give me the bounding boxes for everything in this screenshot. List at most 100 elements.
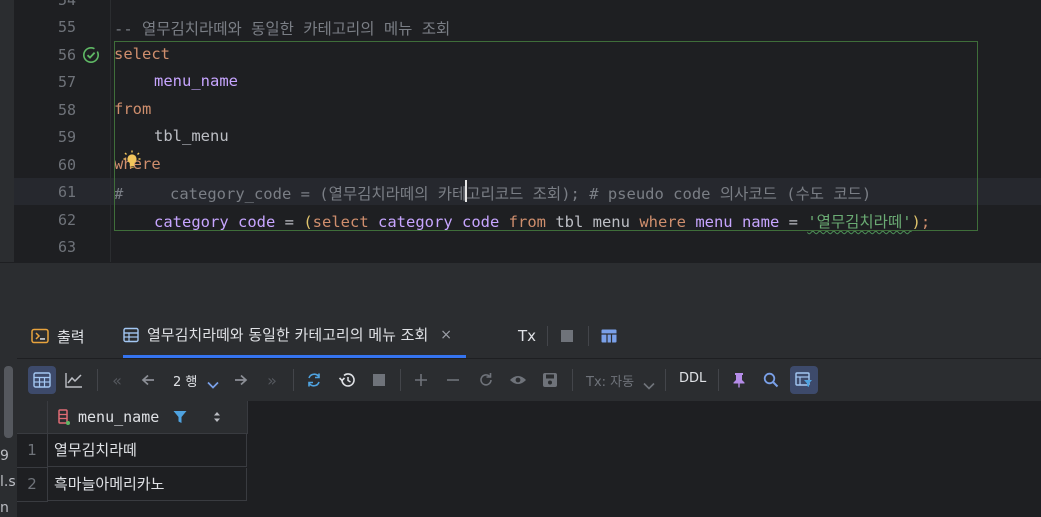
- tab-output[interactable]: 출력: [31, 314, 85, 358]
- line-number: 55: [57, 18, 76, 36]
- text-caret: [465, 180, 467, 202]
- separator: [718, 369, 719, 391]
- code-token: =: [275, 213, 304, 231]
- refresh-button[interactable]: [300, 366, 328, 394]
- last-page-button[interactable]: »: [258, 366, 286, 394]
- code-token: where: [639, 213, 686, 231]
- line-number: 54: [57, 0, 76, 9]
- code-keyword: from: [114, 100, 152, 118]
- code-line-54[interactable]: 54: [14, 0, 1041, 13]
- services-tab-bar: 출력 열무김치라떼와 동일한 카테고리의 메뉴 조회 × Tx: [17, 314, 1041, 359]
- code-comment: -- 열무김치라떼와 동일한 카테고리의 메뉴 조회: [114, 20, 451, 38]
- code-identifier: menu_name: [154, 72, 238, 90]
- layout-button[interactable]: [601, 314, 617, 358]
- row-number: 1: [17, 434, 48, 468]
- view-button[interactable]: [504, 366, 532, 394]
- pin-icon: [733, 373, 745, 388]
- line-number: 62: [57, 211, 76, 229]
- table-view-button[interactable]: [28, 366, 56, 394]
- add-row-button[interactable]: [407, 366, 435, 394]
- eye-icon: [510, 376, 526, 384]
- first-page-icon: «: [112, 370, 122, 390]
- code-line-59[interactable]: 59 tbl_menu: [14, 123, 1041, 150]
- table-cell[interactable]: 열무김치라떼: [48, 434, 247, 467]
- editor-left-strip: [0, 0, 14, 262]
- chevron-down-icon[interactable]: [643, 375, 655, 394]
- cancel-query-button[interactable]: [365, 366, 393, 394]
- line-number: 59: [57, 128, 76, 146]
- tab-transaction[interactable]: Tx: [518, 314, 536, 358]
- code-line-58[interactable]: 58 from: [14, 96, 1041, 123]
- sort-icon[interactable]: [213, 411, 221, 423]
- code-token: ): [911, 213, 921, 231]
- history-button[interactable]: [333, 366, 361, 394]
- code-line-61[interactable]: 61 # category_code = (열무김치라떼의 카테고리코드 조회)…: [14, 178, 1041, 205]
- pin-tab-button[interactable]: [725, 366, 753, 394]
- stop-button[interactable]: [560, 314, 574, 358]
- revert-icon: [480, 373, 492, 386]
- code-token: (: [303, 213, 313, 231]
- result-toolbar: « 2 행 » Tx: 자동 DDL: [17, 359, 1041, 401]
- code-line-63[interactable]: 63: [14, 233, 1041, 260]
- search-button[interactable]: [757, 366, 785, 394]
- code-statement: category_code = (select category_code fr…: [154, 210, 930, 232]
- code-line-56[interactable]: 56 select: [14, 41, 1041, 68]
- result-grid[interactable]: menu_name 1 열무김치라떼 2 흑마늘아메리카노: [17, 401, 1041, 517]
- refresh-icon: [308, 373, 320, 387]
- separator: [97, 369, 98, 391]
- submit-button[interactable]: [536, 366, 564, 394]
- lightbulb-icon[interactable]: [123, 150, 141, 170]
- execution-success-icon[interactable]: [82, 46, 100, 64]
- filter-view-button[interactable]: [790, 366, 818, 394]
- code-identifier: tbl_menu: [154, 127, 229, 145]
- code-token: category_code: [154, 213, 276, 231]
- sql-editor[interactable]: 54 55 -- 열무김치라떼와 동일한 카테고리의 메뉴 조회 56 sele…: [0, 0, 1041, 262]
- code-line-55[interactable]: 55 -- 열무김치라떼와 동일한 카테고리의 메뉴 조회: [14, 13, 1041, 40]
- tab-query-result[interactable]: 열무김치라떼와 동일한 카테고리의 메뉴 조회 ×: [123, 314, 467, 358]
- code-token: select: [312, 213, 369, 231]
- ddl-button[interactable]: DDL: [679, 371, 706, 386]
- chart-view-button[interactable]: [60, 366, 88, 394]
- panel-splitter[interactable]: [0, 262, 1041, 315]
- table-cell[interactable]: 흑마늘아메리카노: [48, 468, 247, 501]
- chart-icon: [65, 373, 82, 388]
- code-line-62[interactable]: 62 category_code = (select category_code…: [14, 206, 1041, 233]
- search-icon: [763, 372, 779, 388]
- row-number: 2: [17, 468, 48, 502]
- minus-icon: [447, 379, 459, 381]
- stop-icon: [561, 330, 573, 342]
- filter-settings-icon: [795, 372, 812, 387]
- line-number: 63: [57, 238, 76, 256]
- delete-row-button[interactable]: [439, 366, 467, 394]
- column-name: menu_name: [78, 408, 160, 426]
- scrollbar-thumb[interactable]: [4, 366, 13, 438]
- prev-page-button[interactable]: [134, 366, 162, 394]
- separator: [293, 369, 294, 391]
- separator: [400, 369, 401, 391]
- code-token: category_code: [368, 213, 509, 231]
- next-page-button[interactable]: [227, 366, 255, 394]
- plus-icon: [415, 374, 427, 386]
- column-icon: [58, 409, 70, 425]
- separator: [547, 326, 548, 346]
- chevron-down-icon[interactable]: [207, 374, 219, 393]
- table-icon: [123, 327, 139, 343]
- filter-icon[interactable]: [173, 410, 187, 424]
- row-number-header[interactable]: [17, 401, 48, 434]
- code-token: from: [508, 213, 546, 231]
- code-keyword: select: [114, 45, 170, 63]
- close-icon[interactable]: ×: [440, 327, 452, 343]
- column-header-menu-name[interactable]: menu_name: [48, 401, 248, 434]
- separator: [665, 369, 666, 391]
- line-number: 56: [57, 46, 76, 64]
- code-token: menu_name: [685, 213, 789, 231]
- code-line-60[interactable]: 60 where: [14, 151, 1041, 178]
- revert-button[interactable]: [472, 366, 500, 394]
- stop-icon: [373, 374, 385, 386]
- panel-fragment: n: [0, 500, 9, 516]
- panel-fragment: 9: [0, 448, 9, 464]
- rows-count-label[interactable]: 2 행: [173, 371, 197, 390]
- transaction-mode-dropdown[interactable]: Tx: 자동: [586, 371, 634, 390]
- code-line-57[interactable]: 57 menu_name: [14, 68, 1041, 95]
- first-page-button[interactable]: «: [103, 366, 131, 394]
